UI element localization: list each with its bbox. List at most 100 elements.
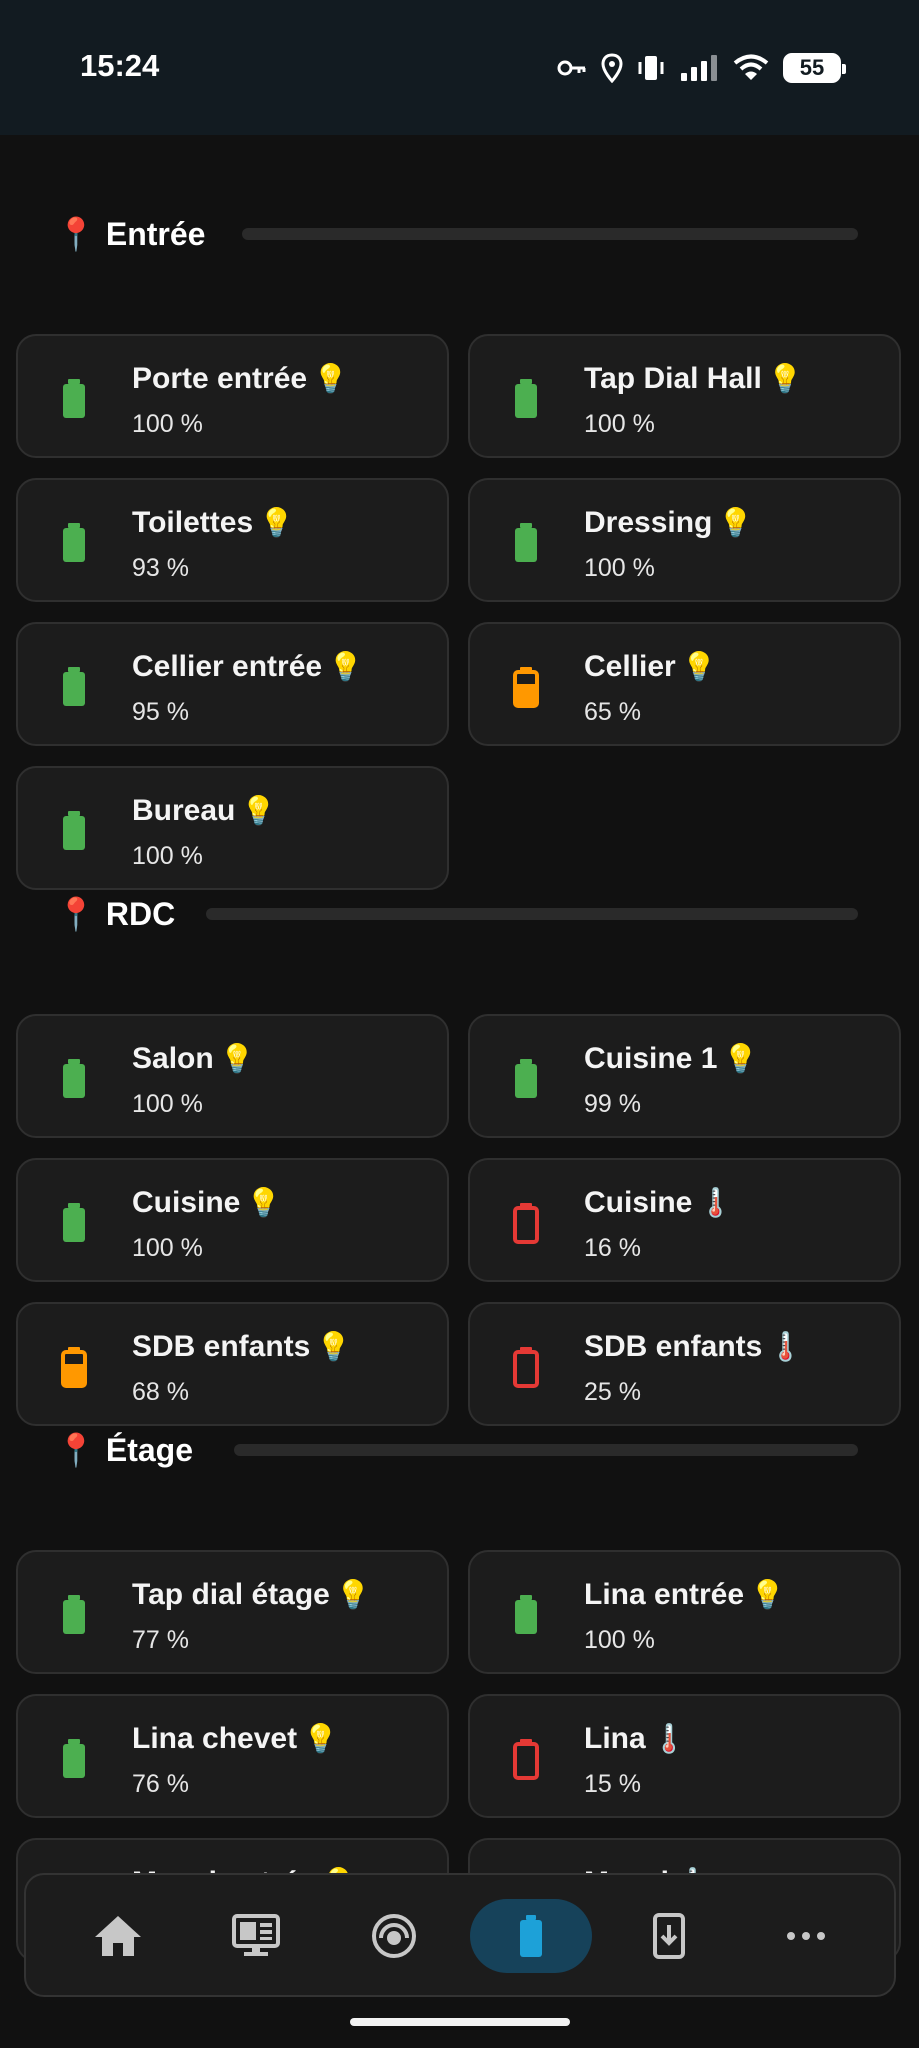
device-name: Cuisine 1 xyxy=(584,1042,718,1075)
battery-percentage: 95 % xyxy=(132,698,189,726)
lightbulb-icon: 💡 xyxy=(246,1187,282,1218)
status-bar: 15:24 55 xyxy=(0,0,919,135)
home-indicator[interactable] xyxy=(350,2018,570,2026)
nav-battery-button[interactable] xyxy=(470,1899,592,1973)
thermometer-icon: 🌡️ xyxy=(768,1331,804,1362)
device-battery-card[interactable]: Lina 🌡️ 15 % xyxy=(468,1694,901,1818)
nav-home-button[interactable] xyxy=(57,1899,179,1973)
lightbulb-icon: 💡 xyxy=(750,1579,785,1610)
nav-more-button[interactable] xyxy=(745,1899,867,1973)
device-name: Dressing xyxy=(584,506,713,539)
device-battery-card[interactable]: SDB enfants 🌡️ 25 % xyxy=(468,1302,901,1426)
section-title: RDC xyxy=(105,895,176,932)
phone-download-icon xyxy=(652,1913,686,1959)
lightbulb-icon: 💡 xyxy=(313,363,348,394)
lightbulb-icon: 💡 xyxy=(723,1043,759,1074)
battery-level-icon xyxy=(513,1347,539,1388)
battery-status: 55 xyxy=(783,53,846,83)
device-name-row: SDB enfants 💡 xyxy=(132,1330,351,1364)
map-pin-icon: 📍 xyxy=(56,1432,96,1468)
device-battery-card[interactable]: Cuisine 🌡️ 16 % xyxy=(468,1158,901,1282)
battery-level-icon xyxy=(515,379,537,418)
monitor-icon xyxy=(232,1914,280,1958)
device-battery-card[interactable]: Cellier entrée 💡 95 % xyxy=(16,622,449,746)
battery-level-icon xyxy=(63,1203,85,1242)
status-time: 15:24 xyxy=(80,48,160,83)
signal-icon xyxy=(681,55,717,81)
battery-level-icon xyxy=(63,811,85,850)
device-name-row: Tap dial étage 💡 xyxy=(132,1578,371,1612)
device-name: Cellier xyxy=(584,650,676,683)
device-battery-card[interactable]: Dressing 💡 100 % xyxy=(468,478,901,602)
device-name: Cellier entrée xyxy=(132,650,323,683)
nav-update-button[interactable] xyxy=(608,1899,730,1973)
device-name: Toilettes xyxy=(132,506,254,539)
device-battery-card[interactable]: Tap Dial Hall 💡 100 % xyxy=(468,334,901,458)
section-divider xyxy=(206,908,858,920)
device-name-row: Cellier 💡 xyxy=(584,650,717,684)
device-name-row: Dressing 💡 xyxy=(584,506,753,540)
battery-icon xyxy=(518,1914,544,1958)
device-battery-card[interactable]: Toilettes 💡 93 % xyxy=(16,478,449,602)
battery-level-icon xyxy=(63,379,85,418)
device-name: Lina xyxy=(584,1722,646,1755)
vpn-key-icon xyxy=(557,60,586,76)
section-divider xyxy=(242,228,858,240)
battery-percentage: 100 % xyxy=(132,1090,203,1118)
battery-percentage: 100 % xyxy=(584,410,655,438)
device-name: Cuisine xyxy=(132,1186,241,1219)
battery-level-icon xyxy=(63,1059,85,1098)
battery-percentage: 15 % xyxy=(584,1770,641,1798)
device-battery-card[interactable]: Bureau 💡 100 % xyxy=(16,766,449,890)
battery-level-icon xyxy=(63,667,85,706)
device-name: Cuisine xyxy=(584,1186,693,1219)
battery-percentage: 100 % xyxy=(132,842,203,870)
lightbulb-icon: 💡 xyxy=(219,1043,255,1074)
device-name: Lina entrée xyxy=(584,1578,745,1611)
device-battery-card[interactable]: Cuisine 💡 100 % xyxy=(16,1158,449,1282)
device-battery-card[interactable]: Cuisine 1 💡 99 % xyxy=(468,1014,901,1138)
home-icon xyxy=(92,1913,144,1959)
device-name: Bureau xyxy=(132,794,236,827)
battery-level-icon xyxy=(513,667,539,708)
nav-monitor-button[interactable] xyxy=(195,1899,317,1973)
device-name-row: Cuisine 💡 xyxy=(132,1186,281,1220)
more-icon xyxy=(786,1931,826,1941)
device-name: Tap dial étage xyxy=(132,1578,330,1611)
lightbulb-icon: 💡 xyxy=(767,363,803,394)
lightbulb-icon: 💡 xyxy=(303,1723,338,1754)
battery-level-icon xyxy=(63,1739,85,1778)
battery-level-icon xyxy=(63,523,85,562)
section-header: 📍 RDC xyxy=(56,892,175,936)
battery-percentage: 76 % xyxy=(132,1770,189,1798)
battery-level-icon xyxy=(515,523,537,562)
device-battery-card[interactable]: Salon 💡 100 % xyxy=(16,1014,449,1138)
device-battery-card[interactable]: Lina entrée 💡 100 % xyxy=(468,1550,901,1674)
battery-percentage: 65 % xyxy=(584,698,641,726)
device-battery-card[interactable]: Lina chevet 💡 76 % xyxy=(16,1694,449,1818)
battery-percentage: 100 % xyxy=(584,554,655,582)
battery-percentage: 25 % xyxy=(584,1378,641,1406)
device-battery-card[interactable]: SDB enfants 💡 68 % xyxy=(16,1302,449,1426)
bottom-navigation xyxy=(24,1873,896,1997)
device-name-row: Toilettes 💡 xyxy=(132,506,294,540)
device-battery-card[interactable]: Porte entrée 💡 100 % xyxy=(16,334,449,458)
lightbulb-icon: 💡 xyxy=(316,1331,352,1362)
device-name-row: Cellier entrée 💡 xyxy=(132,650,363,684)
nav-vacuum-button[interactable] xyxy=(333,1899,455,1973)
lightbulb-icon: 💡 xyxy=(328,651,363,682)
wifi-icon xyxy=(733,54,769,80)
device-name-row: Tap Dial Hall 💡 xyxy=(584,362,803,396)
robot-vacuum-icon xyxy=(371,1913,417,1959)
vibrate-icon xyxy=(638,56,664,80)
device-name: SDB enfants xyxy=(132,1330,311,1363)
section-header: 📍 Entrée xyxy=(56,212,205,256)
device-battery-card[interactable]: Tap dial étage 💡 77 % xyxy=(16,1550,449,1674)
device-name-row: Salon 💡 xyxy=(132,1042,255,1076)
device-name-row: Bureau 💡 xyxy=(132,794,276,828)
device-name: SDB enfants xyxy=(584,1330,763,1363)
location-icon xyxy=(601,53,623,83)
battery-percentage: 99 % xyxy=(584,1090,641,1118)
device-battery-card[interactable]: Cellier 💡 65 % xyxy=(468,622,901,746)
device-name: Porte entrée xyxy=(132,362,308,395)
